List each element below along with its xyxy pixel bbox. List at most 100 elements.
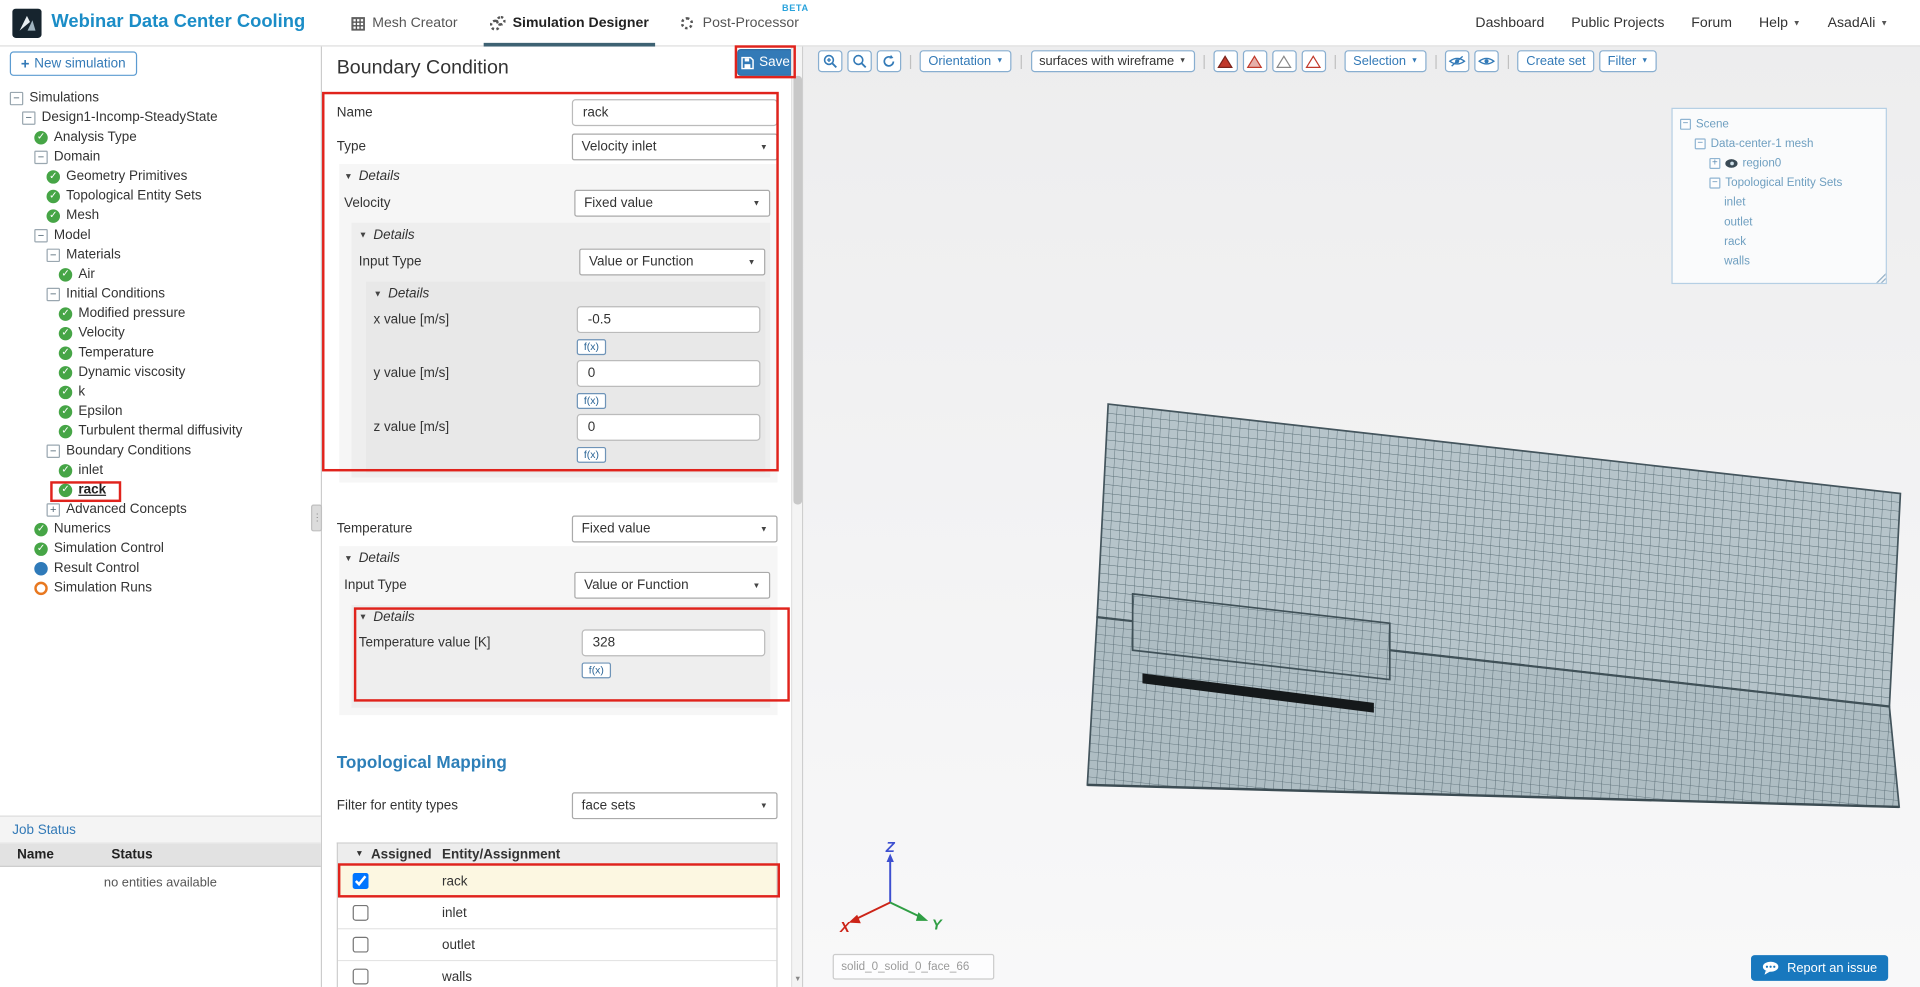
zoom-window-button[interactable]: [847, 50, 872, 73]
topbar-link[interactable]: Dashboard ▼: [1475, 16, 1544, 31]
render-mode-select[interactable]: surfaces with wireframe ▼: [1030, 50, 1195, 73]
tree-toggle-icon[interactable]: [1709, 157, 1721, 169]
sim-tree-item[interactable]: Result Control: [0, 558, 321, 578]
panel-scrollbar[interactable]: ▼: [791, 46, 803, 987]
sim-tree-item[interactable]: inlet: [0, 460, 321, 480]
topbar-link[interactable]: Public Projects ▼: [1571, 16, 1664, 31]
temp-input-type-select[interactable]: Value or Function ▼: [574, 571, 771, 599]
assignment-row[interactable]: inlet: [337, 897, 777, 930]
sim-tree-item[interactable]: Simulation Runs: [0, 578, 321, 598]
z-value-input[interactable]: [576, 413, 761, 441]
module-tab[interactable]: Simulation Designer: [483, 0, 656, 47]
tree-item-icon[interactable]: [58, 483, 73, 497]
sim-tree-item[interactable]: Air: [0, 264, 321, 284]
tree-item-icon[interactable]: [58, 345, 73, 360]
scene-tree-item[interactable]: Scene: [1673, 114, 1886, 134]
sim-tree-item[interactable]: Design1-Incomp-SteadyState: [0, 108, 321, 128]
details-header[interactable]: Details: [359, 607, 766, 627]
tree-item-icon[interactable]: [58, 326, 73, 340]
tree-item-icon[interactable]: [34, 130, 48, 144]
sim-tree-item[interactable]: Velocity: [0, 323, 321, 343]
sim-tree-item[interactable]: Analysis Type: [0, 127, 321, 147]
sim-tree-item[interactable]: Mesh: [0, 206, 321, 226]
scene-tree-item[interactable]: rack: [1673, 231, 1886, 251]
temperature-function-button[interactable]: f(x): [581, 661, 612, 678]
mesh-quality-button-3[interactable]: [1272, 50, 1297, 73]
scene-tree-item[interactable]: Topological Entity Sets: [1673, 173, 1886, 193]
name-input[interactable]: [571, 99, 778, 127]
tree-toggle-icon[interactable]: [1694, 137, 1706, 149]
tree-item-icon[interactable]: [34, 561, 48, 575]
create-set-button[interactable]: Create set: [1517, 50, 1595, 73]
hide-selection-button[interactable]: [1445, 50, 1470, 73]
mesh-quality-button-1[interactable]: [1213, 50, 1238, 73]
reset-view-button[interactable]: [876, 50, 902, 73]
tree-toggle-icon[interactable]: [1709, 176, 1721, 188]
tree-toggle-icon[interactable]: [1679, 118, 1692, 130]
tree-item-icon[interactable]: [58, 463, 73, 477]
viewport-3d[interactable]: | Orientation ▼ | surfaces with wireframe…: [803, 46, 1920, 987]
details-header[interactable]: Details: [359, 225, 766, 245]
mesh-quality-button-4[interactable]: [1301, 50, 1327, 73]
sim-tree-item[interactable]: Turbulent thermal diffusivity: [0, 421, 321, 441]
tree-item-icon[interactable]: [46, 247, 60, 262]
sim-tree-item[interactable]: Dynamic viscosity: [0, 362, 321, 382]
assigned-column-header[interactable]: Assigned: [355, 847, 442, 862]
type-select[interactable]: Velocity inlet ▼: [571, 133, 778, 161]
topbar-link[interactable]: Help ▼: [1759, 16, 1801, 31]
scrollbar-thumb[interactable]: [793, 75, 803, 505]
eye-icon[interactable]: [1725, 158, 1738, 168]
assignment-checkbox[interactable]: [352, 904, 369, 921]
details-header[interactable]: Details: [344, 167, 770, 187]
sim-tree-item[interactable]: Materials: [0, 245, 321, 265]
scrollbar-down-arrow[interactable]: ▼: [792, 972, 802, 987]
tree-item-icon[interactable]: [34, 581, 48, 595]
sim-tree-item[interactable]: Epsilon: [0, 402, 321, 422]
details-header[interactable]: Details: [344, 549, 770, 569]
tree-item-icon[interactable]: [46, 208, 60, 223]
tree-item-icon[interactable]: [22, 110, 36, 125]
tree-item-icon[interactable]: [34, 541, 48, 556]
assignment-row[interactable]: outlet: [337, 929, 777, 962]
sim-tree-item[interactable]: k: [0, 382, 321, 402]
report-issue-button[interactable]: Report an issue: [1751, 955, 1889, 981]
x-value-input[interactable]: [576, 305, 761, 333]
sim-tree-item[interactable]: Topological Entity Sets: [0, 186, 321, 206]
y-value-input[interactable]: [576, 359, 761, 387]
topbar-link[interactable]: AsadAli ▼: [1828, 16, 1889, 31]
tree-item-icon[interactable]: [58, 306, 73, 321]
temperature-select[interactable]: Fixed value ▼: [571, 515, 778, 543]
entity-filter-select[interactable]: face sets ▼: [571, 792, 778, 820]
tree-item-icon[interactable]: [58, 424, 73, 438]
x-function-button[interactable]: f(x): [576, 338, 607, 355]
module-tab[interactable]: Mesh Creator: [351, 0, 458, 47]
tree-item-icon[interactable]: [58, 365, 73, 379]
sim-tree-item[interactable]: Boundary Conditions: [0, 441, 321, 461]
y-function-button[interactable]: f(x): [576, 392, 607, 409]
zoom-in-button[interactable]: [817, 50, 843, 73]
assignment-row[interactable]: rack: [337, 865, 777, 898]
new-simulation-button[interactable]: + New simulation: [9, 51, 137, 76]
topbar-link[interactable]: Forum ▼: [1691, 16, 1732, 31]
assignment-row[interactable]: walls: [337, 961, 777, 987]
scene-tree-item[interactable]: inlet: [1673, 192, 1886, 212]
tree-item-icon[interactable]: [58, 385, 73, 399]
resize-handle[interactable]: [1874, 271, 1886, 283]
sim-tree-item[interactable]: Temperature: [0, 343, 321, 363]
assignment-checkbox[interactable]: [352, 873, 369, 889]
z-function-button[interactable]: f(x): [576, 446, 607, 463]
sim-tree-item[interactable]: Model: [0, 225, 321, 245]
sim-tree-item[interactable]: Modified pressure: [0, 304, 321, 324]
assignment-checkbox[interactable]: [352, 936, 369, 953]
selection-dropdown[interactable]: Selection ▼: [1344, 50, 1427, 73]
tree-item-icon[interactable]: [46, 443, 60, 458]
save-button[interactable]: Save: [737, 48, 794, 76]
scene-tree-item[interactable]: Data-center-1 mesh: [1673, 133, 1886, 153]
sim-tree-item[interactable]: Geometry Primitives: [0, 167, 321, 187]
tree-item-icon[interactable]: [9, 91, 24, 105]
sim-tree-item[interactable]: Simulations: [0, 88, 321, 108]
sim-tree-item[interactable]: Advanced Concepts: [0, 500, 321, 520]
mesh-quality-button-2[interactable]: [1242, 50, 1268, 73]
sim-tree-item[interactable]: Numerics: [0, 519, 321, 539]
show-all-button[interactable]: [1474, 50, 1500, 73]
